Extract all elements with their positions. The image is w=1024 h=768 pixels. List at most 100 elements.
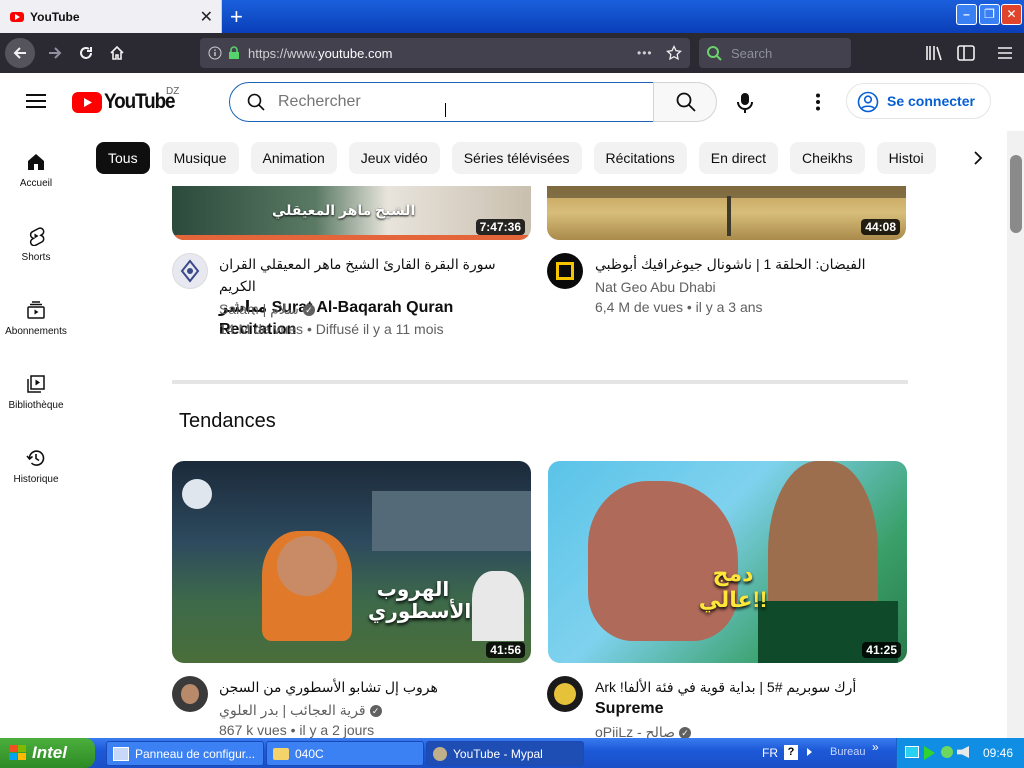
video-duration: 44:08 (861, 219, 900, 235)
hamburger-menu-icon[interactable] (997, 46, 1013, 60)
sidebar-item-home[interactable]: Accueil (0, 152, 72, 189)
chip-live[interactable]: En direct (698, 142, 779, 174)
language-bar-arrow-icon[interactable] (806, 747, 814, 757)
thumbnail-accent-bar (172, 235, 531, 240)
video-thumbnail[interactable]: الشيخ ماهر المعيقلي 7:47:36 (172, 186, 531, 240)
channel-name[interactable]: قرية العجائب | بدر العلوي ✓ (219, 702, 382, 719)
tab-close-icon[interactable]: ✕ (200, 7, 213, 27)
start-button[interactable]: Intel (0, 738, 95, 768)
sidebar-item-label: Abonnements (5, 326, 67, 337)
chip-music[interactable]: Musique (161, 142, 239, 174)
video-thumbnail[interactable]: الهروب الأسطوري 41:56 (172, 461, 531, 663)
verified-icon: ✓ (369, 705, 382, 718)
chip-history[interactable]: Histoi (876, 142, 936, 174)
new-tab-button[interactable]: + (230, 4, 243, 30)
sidebar-item-shorts[interactable]: Shorts (0, 226, 72, 263)
chip-recitations[interactable]: Récitations (593, 142, 687, 174)
mypal-icon (433, 746, 447, 761)
lock-icon (229, 46, 239, 59)
back-button[interactable] (5, 38, 35, 68)
system-tray: 09:46 (896, 738, 1024, 768)
taskbar-item-folder[interactable]: 040C (266, 741, 424, 766)
reload-button[interactable] (71, 38, 101, 68)
sidebar-item-library[interactable]: Bibliothèque (0, 374, 72, 411)
language-indicator[interactable]: FR (762, 746, 778, 760)
thumbnail-tree-trunk (727, 196, 731, 236)
signin-button[interactable]: Se connecter (846, 83, 991, 119)
verified-icon: ✓ (302, 304, 315, 317)
page-scrollbar-thumb[interactable] (1010, 155, 1022, 233)
channel-name[interactable]: Salam | سلام ✓ (219, 301, 315, 318)
video-title[interactable]: الفيضان: الحلقة 1 | ناشونال جيوغرافيك أب… (595, 253, 895, 275)
close-window-button[interactable]: ✕ (1001, 4, 1022, 25)
toolbar-expand-icon[interactable]: » (872, 740, 879, 754)
video-title[interactable]: Ark !أرك سوبريم #5 | بداية قوية في فئة ا… (595, 676, 895, 720)
sidebar-item-label: Bibliothèque (8, 400, 64, 411)
page-actions-icon[interactable]: ••• (637, 46, 653, 60)
minimize-button[interactable]: – (956, 4, 977, 25)
chip-animation[interactable]: Animation (250, 142, 337, 174)
url-text: https://www.youtube.com (248, 45, 393, 61)
bookmark-star-icon[interactable] (666, 45, 682, 61)
media-play-icon[interactable] (924, 746, 935, 760)
chip-all[interactable]: Tous (96, 142, 150, 174)
chip-video-games[interactable]: Jeux vidéo (348, 142, 440, 174)
browser-tab[interactable]: YouTube ✕ (0, 0, 222, 33)
video-title-line2: Supreme (595, 700, 664, 717)
thumbnail-text: الشيخ ماهر المعيقلي (272, 202, 416, 218)
help-icon[interactable]: ? (784, 745, 798, 760)
salam-logo-icon (180, 259, 200, 283)
channel-avatar[interactable] (547, 253, 583, 289)
task-label: 040C (295, 746, 324, 761)
network-icon[interactable] (905, 746, 919, 758)
guide-menu-icon[interactable] (26, 93, 46, 109)
country-code: DZ (166, 86, 180, 97)
sidebar-item-subscriptions[interactable]: Abonnements (0, 300, 72, 337)
url-bar[interactable]: https://www.youtube.com ••• (200, 38, 690, 68)
desktop-toolbar-label[interactable]: Bureau (830, 746, 865, 758)
channel-avatar[interactable] (547, 676, 583, 712)
filter-chip-bar: Tous Musique Animation Jeux vidéo Séries… (96, 142, 946, 174)
tray-app-icon[interactable] (941, 746, 953, 758)
more-vertical-icon[interactable] (815, 93, 821, 111)
youtube-logo-text: YouTube (104, 90, 176, 113)
arrow-right-icon (49, 47, 62, 59)
home-button[interactable] (102, 38, 132, 68)
sidebar-item-label: Shorts (21, 252, 51, 263)
text-cursor-icon (445, 103, 446, 117)
clock: 09:46 (983, 746, 1014, 760)
sidebar-item-history[interactable]: Historique (0, 448, 72, 485)
browser-search-placeholder: Search (731, 45, 773, 61)
chevron-right-icon[interactable] (972, 151, 984, 165)
channel-avatar[interactable] (172, 676, 208, 712)
channel-name[interactable]: Nat Geo Abu Dhabi (595, 279, 716, 295)
shorts-icon (29, 227, 45, 246)
search-button[interactable] (653, 82, 717, 122)
info-icon (208, 46, 222, 60)
thumbnail-face (277, 536, 337, 596)
sidebar-toggle-icon[interactable] (957, 45, 975, 61)
thumbnail-prison-wall (372, 491, 531, 551)
chip-fade (936, 140, 1006, 176)
video-title[interactable]: هروب إل تشابو الأسطوري من السجن (219, 676, 519, 698)
reload-icon (80, 47, 92, 59)
microphone-icon[interactable] (737, 92, 753, 114)
restore-button[interactable]: ❐ (979, 4, 1000, 25)
video-thumbnail[interactable]: دمج عالي!! 41:25 (548, 461, 907, 663)
video-thumbnail[interactable]: 44:08 (547, 186, 906, 240)
search-icon (676, 92, 696, 112)
taskbar-item-browser[interactable]: YouTube - Mypal (426, 741, 584, 766)
forward-button[interactable] (40, 38, 70, 68)
channel-avatar[interactable] (172, 253, 208, 289)
browser-search-input[interactable]: Search (699, 38, 851, 68)
library-icon (27, 375, 45, 393)
thumbnail-text: دمج عالي!! (698, 561, 768, 612)
volume-icon[interactable] (957, 746, 969, 758)
video-meta: 6,4 M de vues • il y a 3 ans (595, 299, 763, 315)
video-title-line1: سورة البقرة القارئ الشيخ ماهر المعيقلي ا… (219, 256, 496, 294)
chip-tv-series[interactable]: Séries télévisées (451, 142, 582, 174)
search-input[interactable]: Rechercher (229, 82, 654, 122)
library-toolbar-icon[interactable] (925, 45, 943, 61)
taskbar-item-control-panel[interactable]: Panneau de configur... (106, 741, 264, 766)
chip-cheikhs[interactable]: Cheikhs (790, 142, 865, 174)
